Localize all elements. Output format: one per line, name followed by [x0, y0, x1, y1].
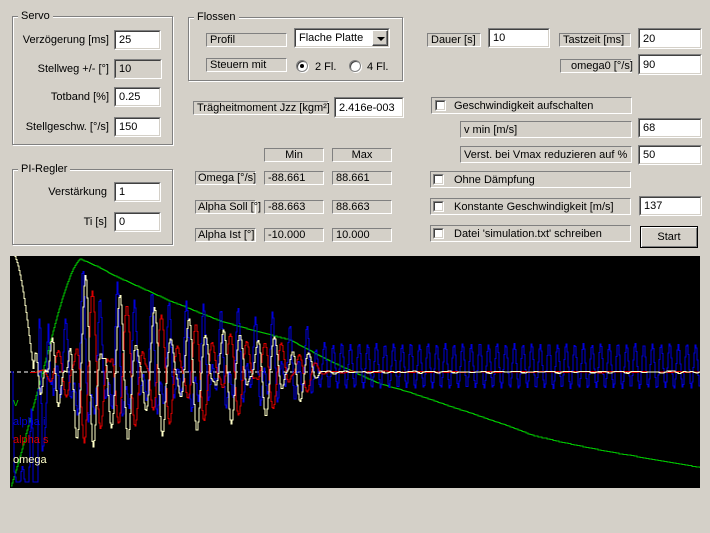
svg-text:alpha s: alpha s: [13, 434, 49, 446]
svg-text:omega: omega: [13, 454, 48, 466]
svg-text:v: v: [13, 397, 19, 409]
svg-text:alpha i: alpha i: [13, 416, 45, 428]
